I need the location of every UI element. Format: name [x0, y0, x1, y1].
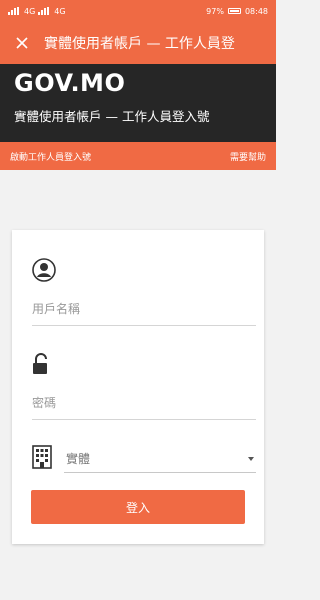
entity-select[interactable]: 實體 — [64, 445, 256, 473]
dropdown-caret-icon — [248, 456, 254, 461]
help-link[interactable]: 需要幫助 — [230, 150, 266, 163]
password-input[interactable]: 密碼 — [32, 394, 256, 420]
status-right: 97% 08:48 — [206, 7, 268, 16]
app-title: 實體使用者帳戶 — 工作人員登 — [44, 36, 235, 52]
header-subtitle: 實體使用者帳戶 — 工作人員登入號 — [14, 109, 210, 124]
status-left: 4G 4G — [8, 7, 66, 16]
carrier-label-2: 4G — [54, 6, 66, 16]
building-icon — [32, 445, 52, 469]
login-card: 用戶名稱 密碼 實體 登入 — [12, 230, 264, 544]
battery-percent: 97% — [206, 6, 224, 16]
link-bar: 啟動工作人員登入號 需要幫助 — [0, 142, 276, 170]
close-icon — [16, 37, 28, 49]
gov-logo: GOV.MO — [14, 69, 126, 97]
entity-select-value: 實體 — [66, 452, 91, 466]
battery-icon — [227, 8, 241, 14]
app-bar: 實體使用者帳戶 — 工作人員登 — [0, 22, 276, 64]
gov-header: GOV.MO 實體使用者帳戶 — 工作人員登入號 — [0, 64, 276, 142]
login-button[interactable]: 登入 — [31, 490, 245, 524]
clock: 08:48 — [244, 6, 268, 16]
unlock-icon — [33, 353, 47, 374]
signal-icon-2 — [38, 7, 51, 15]
signal-icon — [8, 7, 21, 15]
carrier-label: 4G — [24, 6, 36, 16]
user-icon — [32, 258, 56, 282]
status-bar: 4G 4G 97% 08:48 — [0, 0, 276, 22]
activate-login-link[interactable]: 啟動工作人員登入號 — [10, 150, 91, 163]
close-button[interactable] — [0, 22, 44, 64]
username-input[interactable]: 用戶名稱 — [32, 300, 256, 326]
